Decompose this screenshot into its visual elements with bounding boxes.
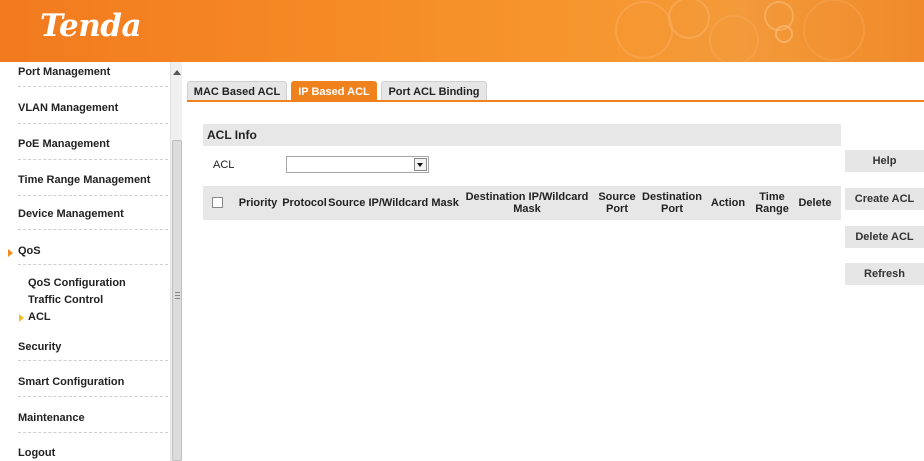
sidebar-divider [18, 396, 168, 397]
column-header-destination-ip: Destination IP/Wildcard Mask [465, 191, 589, 215]
tab-underline [187, 100, 924, 102]
sidebar-divider [18, 159, 168, 160]
column-header-destination-port: Destination Port [642, 191, 702, 215]
scrollbar-thumb[interactable] [172, 140, 182, 461]
sidebar-subitem-qos-configuration[interactable]: QoS Configuration [28, 277, 126, 289]
sidebar-item-qos[interactable]: QoS [18, 245, 168, 257]
header-bar: Tenda [0, 0, 924, 62]
sidebar-divider [18, 432, 168, 433]
sidebar-divider [18, 123, 168, 124]
sidebar-item-port-management[interactable]: Port Management [18, 66, 168, 78]
sidebar-divider [18, 264, 168, 265]
sidebar-scrollbar[interactable] [170, 62, 182, 461]
sidebar-subitem-traffic-control[interactable]: Traffic Control [28, 294, 103, 306]
sidebar-item-vlan-management[interactable]: VLAN Management [18, 102, 168, 114]
qos-active-arrow-icon [8, 249, 13, 257]
delete-acl-button[interactable]: Delete ACL [845, 226, 924, 248]
sidebar-item-logout[interactable]: Logout [18, 447, 168, 459]
acl-select[interactable] [286, 156, 429, 173]
column-header-protocol: Protocol [282, 197, 327, 209]
column-header-priority: Priority [238, 197, 278, 209]
sidebar-subitem-acl[interactable]: ACL [28, 311, 51, 323]
sidebar-item-poe-management[interactable]: PoE Management [18, 138, 168, 150]
scroll-up-arrow-icon[interactable] [173, 70, 181, 75]
select-all-checkbox[interactable] [212, 197, 223, 208]
brand-logo: Tenda [40, 8, 142, 44]
acl-label: ACL [213, 159, 235, 171]
sidebar-item-smart-configuration[interactable]: Smart Configuration [18, 376, 168, 388]
column-header-action: Action [710, 197, 746, 209]
sidebar-item-time-range-management[interactable]: Time Range Management [18, 174, 168, 186]
column-header-source-port: Source Port [598, 191, 636, 215]
grip-icon [175, 292, 180, 299]
tab-ip-based-acl[interactable]: IP Based ACL [291, 81, 377, 101]
column-header-source-ip: Source IP/Wildcard Mask [328, 197, 459, 209]
sidebar-divider [18, 195, 168, 196]
acl-info-heading: ACL Info [203, 124, 841, 146]
sidebar-nav: Port Management VLAN Management PoE Mana… [8, 62, 170, 461]
tab-port-acl-binding[interactable]: Port ACL Binding [381, 81, 487, 101]
sidebar-divider [18, 360, 168, 361]
acl-active-arrow-icon [19, 314, 24, 322]
sidebar-divider [18, 86, 168, 87]
create-acl-button[interactable]: Create ACL [845, 188, 924, 210]
sidebar-item-device-management[interactable]: Device Management [18, 208, 168, 220]
help-button[interactable]: Help [845, 150, 924, 172]
acl-table-header: Priority Protocol Source IP/Wildcard Mas… [203, 186, 841, 220]
dropdown-arrow-icon[interactable] [414, 158, 427, 171]
column-header-delete: Delete [798, 197, 832, 209]
tab-mac-based-acl[interactable]: MAC Based ACL [187, 81, 287, 101]
column-header-time-range: Time Range [755, 191, 789, 215]
sidebar-divider [18, 229, 168, 230]
sidebar-item-maintenance[interactable]: Maintenance [18, 412, 168, 424]
refresh-button[interactable]: Refresh [845, 263, 924, 285]
sidebar-item-security[interactable]: Security [18, 341, 168, 353]
header-decoration [615, 0, 865, 62]
